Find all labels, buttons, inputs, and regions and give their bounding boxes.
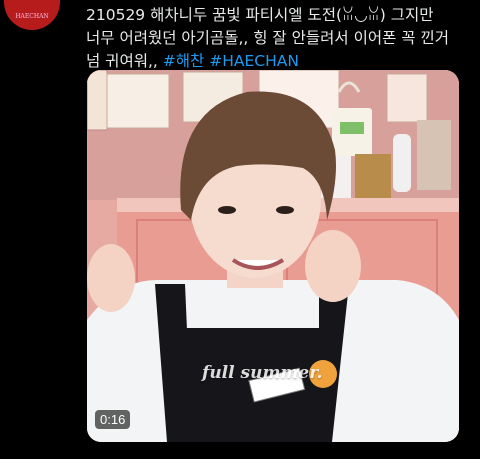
tweet-text: 210529 해차니두 꿈빛 파티시엘 도전(ꈍ◡ꈍ) 그지만 너무 어려웠던 …	[86, 4, 478, 73]
tweet-line-2: 너무 어려웠던 아기곰돌,, 힝 잘 안들려서 이어폰 꼭 낀거	[86, 29, 449, 47]
video-caption: full summer.	[202, 363, 323, 383]
video-player[interactable]: full summer. 0:16	[87, 70, 459, 442]
hashtag-haechan[interactable]: #HAECHAN	[209, 52, 299, 70]
profile-avatar[interactable]: HAECHAN	[4, 0, 60, 30]
avatar-logo-text: HAECHAN	[15, 13, 49, 20]
tweet-line-3-text: 넘 귀여워,,	[86, 52, 163, 70]
video-frame	[87, 70, 459, 442]
hashtag-haechan-kr[interactable]: #해찬	[163, 52, 205, 70]
video-duration-badge: 0:16	[95, 410, 131, 429]
tweet-line-1: 210529 해차니두 꿈빛 파티시엘 도전(ꈍ◡ꈍ) 그지만	[86, 6, 434, 24]
